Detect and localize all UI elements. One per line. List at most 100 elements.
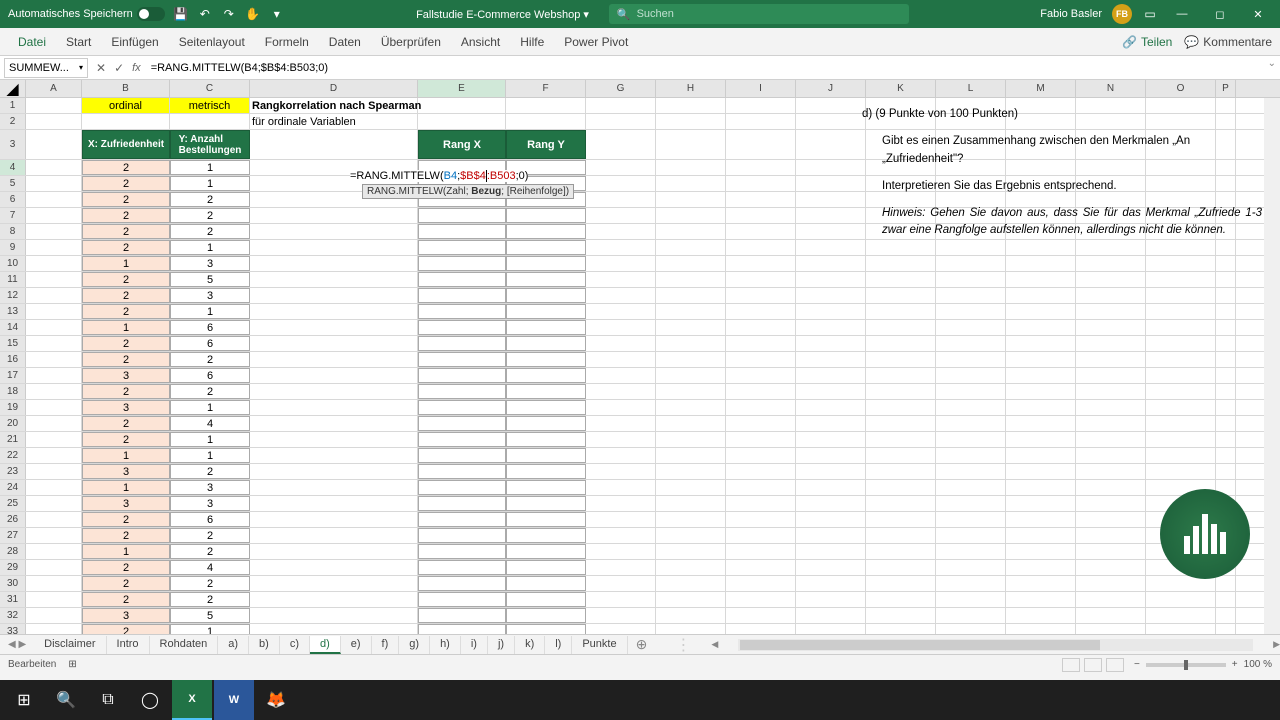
cell[interactable] xyxy=(1146,336,1216,351)
cell[interactable]: 2 xyxy=(170,384,250,399)
cell[interactable] xyxy=(1216,272,1236,287)
cell[interactable] xyxy=(586,304,656,319)
cell[interactable] xyxy=(26,464,82,479)
cell[interactable] xyxy=(1006,320,1076,335)
cell[interactable] xyxy=(656,480,726,495)
cell[interactable] xyxy=(1216,288,1236,303)
cell[interactable] xyxy=(656,416,726,431)
cell[interactable] xyxy=(26,256,82,271)
cell[interactable] xyxy=(506,416,586,431)
cell[interactable] xyxy=(26,240,82,255)
cell[interactable] xyxy=(586,384,656,399)
cell[interactable] xyxy=(866,512,936,527)
cell[interactable] xyxy=(726,384,796,399)
cell[interactable]: Y: AnzahlBestellungen xyxy=(170,130,250,159)
cell[interactable] xyxy=(866,464,936,479)
cell[interactable] xyxy=(586,130,656,159)
word-taskbar-icon[interactable]: W xyxy=(214,680,254,720)
cell[interactable] xyxy=(418,416,506,431)
cell[interactable] xyxy=(586,464,656,479)
row-header[interactable]: 11 xyxy=(0,272,26,287)
cell[interactable] xyxy=(656,496,726,511)
cell[interactable] xyxy=(586,416,656,431)
row-header[interactable]: 29 xyxy=(0,560,26,575)
cell[interactable] xyxy=(796,528,866,543)
cell[interactable] xyxy=(726,320,796,335)
cell[interactable] xyxy=(936,592,1006,607)
cell[interactable] xyxy=(1216,624,1236,634)
cell[interactable] xyxy=(586,176,656,191)
cell[interactable] xyxy=(26,624,82,634)
row-header[interactable]: 5 xyxy=(0,176,26,191)
cell[interactable] xyxy=(26,528,82,543)
cell[interactable] xyxy=(250,304,418,319)
col-header-N[interactable]: N xyxy=(1076,80,1146,97)
cell[interactable] xyxy=(936,288,1006,303)
row-header[interactable]: 22 xyxy=(0,448,26,463)
cell[interactable] xyxy=(26,352,82,367)
cell[interactable] xyxy=(936,528,1006,543)
cell[interactable] xyxy=(1216,384,1236,399)
cell[interactable] xyxy=(250,432,418,447)
cell[interactable] xyxy=(1076,608,1146,623)
cell[interactable] xyxy=(250,608,418,623)
cell[interactable] xyxy=(1076,624,1146,634)
cell[interactable] xyxy=(418,624,506,634)
cell[interactable] xyxy=(726,608,796,623)
cell[interactable] xyxy=(656,432,726,447)
cell[interactable] xyxy=(1146,384,1216,399)
row-header[interactable]: 15 xyxy=(0,336,26,351)
name-box[interactable]: SUMMEW...▾ xyxy=(4,58,88,78)
cell[interactable] xyxy=(506,384,586,399)
cell[interactable] xyxy=(1006,352,1076,367)
row-header[interactable]: 14 xyxy=(0,320,26,335)
cell[interactable] xyxy=(506,114,586,129)
cell[interactable] xyxy=(796,624,866,634)
cell[interactable] xyxy=(26,384,82,399)
cell[interactable] xyxy=(726,288,796,303)
cell[interactable] xyxy=(726,98,796,113)
row-header[interactable]: 12 xyxy=(0,288,26,303)
cell[interactable] xyxy=(866,416,936,431)
cell[interactable] xyxy=(796,432,866,447)
cell[interactable] xyxy=(250,528,418,543)
cell[interactable] xyxy=(506,464,586,479)
cell[interactable] xyxy=(796,240,866,255)
cell[interactable] xyxy=(586,528,656,543)
cell[interactable] xyxy=(866,304,936,319)
col-header-H[interactable]: H xyxy=(656,80,726,97)
tab-formeln[interactable]: Formeln xyxy=(255,28,319,56)
sheet-tab-j)[interactable]: j) xyxy=(488,636,515,654)
cell[interactable]: 1 xyxy=(170,624,250,634)
cell[interactable] xyxy=(726,160,796,175)
cell[interactable] xyxy=(250,240,418,255)
cell[interactable] xyxy=(506,448,586,463)
cell[interactable]: 2 xyxy=(82,592,170,607)
cell[interactable] xyxy=(26,544,82,559)
cell[interactable] xyxy=(506,320,586,335)
cell[interactable] xyxy=(26,496,82,511)
cell[interactable] xyxy=(1006,512,1076,527)
cell[interactable] xyxy=(1216,432,1236,447)
sheet-tab-d)[interactable]: d) xyxy=(310,636,341,654)
app-icon[interactable]: ◯ xyxy=(130,680,170,720)
cell[interactable] xyxy=(1076,448,1146,463)
cell[interactable] xyxy=(250,320,418,335)
cell[interactable] xyxy=(586,288,656,303)
cell[interactable] xyxy=(586,560,656,575)
cell[interactable] xyxy=(26,512,82,527)
cell[interactable] xyxy=(656,304,726,319)
cell[interactable]: 1 xyxy=(170,176,250,191)
col-header-B[interactable]: B xyxy=(82,80,170,97)
cell[interactable] xyxy=(506,208,586,223)
cell[interactable]: 5 xyxy=(170,272,250,287)
cell[interactable] xyxy=(1076,320,1146,335)
cell[interactable] xyxy=(866,544,936,559)
cell[interactable] xyxy=(866,448,936,463)
sheet-tab-l)[interactable]: l) xyxy=(545,636,572,654)
cell[interactable] xyxy=(656,512,726,527)
cell[interactable] xyxy=(936,368,1006,383)
cell[interactable] xyxy=(726,336,796,351)
cell[interactable] xyxy=(936,336,1006,351)
comments-button[interactable]: 💬 Kommentare xyxy=(1184,35,1272,49)
